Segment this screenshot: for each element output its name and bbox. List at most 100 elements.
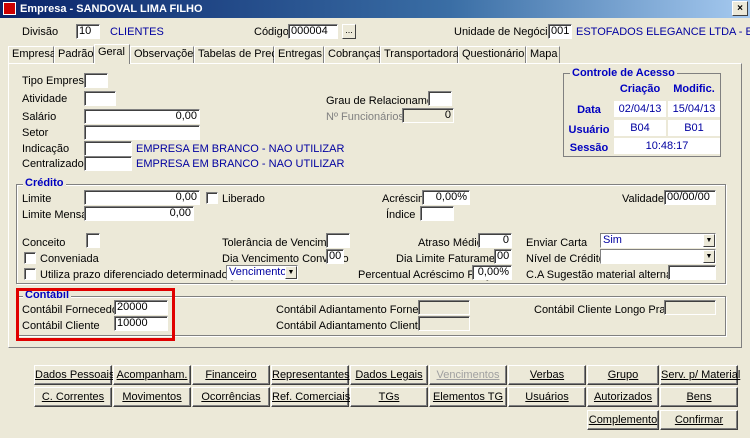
- dados-legais-button[interactable]: Dados Legais: [350, 365, 428, 385]
- limite-mensal-input[interactable]: 0,00: [84, 206, 194, 221]
- adiant-cliente-input[interactable]: [418, 316, 470, 331]
- bens-button[interactable]: Bens: [660, 387, 738, 407]
- representantes-button[interactable]: Representantes: [271, 365, 350, 385]
- setor-label: Setor: [22, 127, 49, 139]
- divisao-label: Divisão: [22, 26, 59, 38]
- tab-questionario[interactable]: Questionário: [458, 46, 526, 63]
- salario-input[interactable]: 0,00: [84, 109, 200, 124]
- percentual-input[interactable]: 0,00%: [472, 265, 512, 280]
- validade-input[interactable]: 00/00/00: [664, 190, 716, 205]
- financeiro-button[interactable]: Financeiro: [192, 365, 270, 385]
- num-func-input: 0: [402, 108, 454, 123]
- usuario-modif: B01: [668, 120, 720, 137]
- grau-input[interactable]: [428, 91, 452, 106]
- validade-label: Validade: [622, 193, 664, 205]
- nivel-label: Nível de Crédito: [526, 253, 605, 265]
- ref-comerciais-button[interactable]: Ref. Comerciais: [271, 387, 350, 407]
- close-icon[interactable]: ×: [732, 1, 748, 16]
- liberado-checkbox[interactable]: [206, 192, 218, 204]
- indice-input[interactable]: [420, 206, 454, 221]
- controle-title: Controle de Acesso: [570, 67, 677, 79]
- codigo-input[interactable]: 000004: [288, 24, 338, 39]
- acompanham-button[interactable]: Acompanham.: [113, 365, 191, 385]
- setor-input[interactable]: [84, 125, 200, 140]
- indicacao-desc: EMPRESA EM BRANCO - NAO UTILIZAR: [136, 143, 345, 155]
- utiliza-prazo-checkbox[interactable]: [24, 268, 36, 280]
- grupo-button[interactable]: Grupo: [587, 365, 659, 385]
- row-sessao: Sessão: [569, 142, 609, 154]
- divisao-input[interactable]: 10: [76, 24, 100, 39]
- tab-empresa[interactable]: Empresa: [8, 46, 56, 63]
- cliente-longo-label: Contábil Cliente Longo Prazo: [534, 304, 678, 316]
- c-correntes-button[interactable]: C. Correntes: [34, 387, 112, 407]
- dia-venc-input[interactable]: 00: [326, 249, 344, 264]
- vencimentos-button[interactable]: Vencimentos: [429, 365, 507, 385]
- codigo-lookup-button[interactable]: ...: [342, 24, 356, 39]
- codigo-label: Código: [254, 26, 289, 38]
- atraso-label: Atraso Médio: [418, 237, 483, 249]
- tab-mapa[interactable]: Mapa: [526, 46, 560, 63]
- num-func-label: Nº Funcionários: [326, 111, 404, 123]
- app-icon: [3, 2, 16, 15]
- col-criacao: Criação: [619, 83, 661, 95]
- chevron-down-icon[interactable]: ▼: [285, 266, 297, 279]
- indicacao-label: Indicação: [22, 143, 70, 155]
- enviar-carta-label: Enviar Carta: [526, 237, 588, 249]
- indicacao-input[interactable]: [84, 141, 132, 156]
- divisao-name: CLIENTES: [110, 26, 164, 38]
- limite-label: Limite: [22, 193, 52, 205]
- prazo-select[interactable]: Vencimento ▼: [226, 265, 298, 280]
- serv-material-button[interactable]: Serv. p/ Material: [660, 365, 740, 385]
- centralizadora-label: Centralizadora: [22, 158, 94, 170]
- unidade-name: ESTOFADOS ELEGANCE LTDA - EPP: [576, 26, 750, 38]
- dia-limite-input[interactable]: 00: [494, 249, 512, 264]
- tolerancia-input[interactable]: [326, 233, 350, 248]
- verbas-button[interactable]: Verbas: [508, 365, 586, 385]
- elementos-tg-button[interactable]: Elementos TG: [429, 387, 507, 407]
- autorizados-button[interactable]: Autorizados: [587, 387, 659, 407]
- confirmar-button[interactable]: Confirmar: [660, 410, 738, 430]
- chevron-down-icon[interactable]: ▼: [703, 234, 715, 247]
- liberado-label: Liberado: [222, 193, 265, 205]
- tab-tabelas-preco[interactable]: Tabelas de Preço: [194, 46, 283, 63]
- prazo-value: Vencimento: [229, 266, 287, 278]
- row-usuario: Usuário: [568, 124, 610, 136]
- atraso-input[interactable]: 0: [478, 233, 512, 248]
- dados-pessoais-button[interactable]: Dados Pessoais: [34, 365, 115, 385]
- window-title: Empresa - SANDOVAL LIMA FILHO: [20, 3, 203, 15]
- ca-sugestao-label: C.A Sugestão material alternativo: [526, 269, 690, 281]
- unidade-input[interactable]: 001: [548, 24, 572, 39]
- tab-transportadoras[interactable]: Transportadoras: [380, 46, 464, 63]
- acrescimo-input[interactable]: 0,00%: [422, 190, 470, 205]
- col-modif: Modific.: [673, 83, 715, 95]
- conveniada-checkbox[interactable]: [24, 252, 36, 264]
- ocorrencias-button[interactable]: Ocorrências: [192, 387, 270, 407]
- tab-geral[interactable]: Geral: [94, 44, 130, 64]
- tgs-button[interactable]: TGs: [350, 387, 428, 407]
- tab-observacoes[interactable]: Observações: [130, 46, 199, 63]
- usuario-criacao: B04: [614, 120, 666, 137]
- tab-padrao[interactable]: Padrão: [54, 46, 94, 63]
- limite-input[interactable]: 0,00: [84, 190, 200, 205]
- enviar-carta-select[interactable]: Sim ▼: [600, 233, 716, 248]
- salario-label: Salário: [22, 111, 57, 123]
- indice-label: Índice: [386, 209, 416, 221]
- conceito-label: Conceito: [22, 237, 66, 249]
- tab-cobrancas[interactable]: Cobranças: [324, 46, 381, 63]
- chevron-down-icon[interactable]: ▼: [703, 250, 715, 263]
- adiant-fornecedor-input[interactable]: [418, 300, 470, 315]
- cliente-longo-input[interactable]: [664, 300, 716, 315]
- tipo-empresa-input[interactable]: [84, 73, 108, 88]
- tab-entregas[interactable]: Entregas: [274, 46, 324, 63]
- centralizadora-input[interactable]: [84, 156, 132, 171]
- usuarios-button[interactable]: Usuários: [508, 387, 586, 407]
- credito-title: Crédito: [23, 177, 66, 189]
- sessao-value: 10:48:17: [614, 138, 720, 155]
- nivel-select[interactable]: ▼: [600, 249, 716, 264]
- ca-sugestao-input[interactable]: [668, 265, 716, 280]
- conceito-input[interactable]: [86, 233, 100, 248]
- complemento-button[interactable]: Complemento: [587, 410, 659, 430]
- utiliza-prazo-label: Utiliza prazo diferenciado determinado p…: [40, 269, 247, 281]
- atividade-input[interactable]: [84, 91, 116, 106]
- movimentos-button[interactable]: Movimentos: [113, 387, 191, 407]
